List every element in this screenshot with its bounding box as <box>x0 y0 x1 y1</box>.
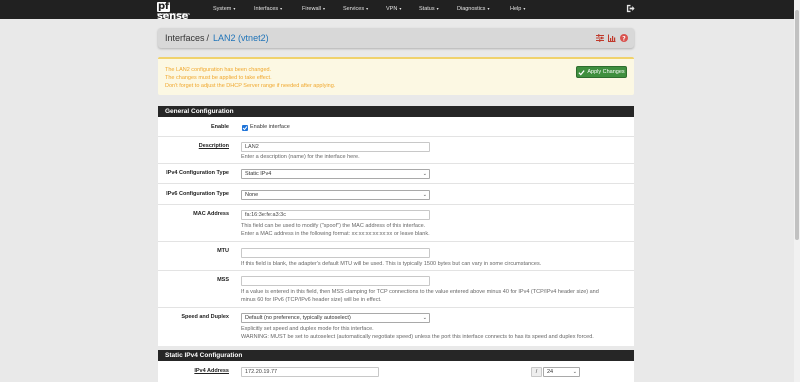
sliders-icon[interactable] <box>596 34 604 42</box>
nav-vpn[interactable]: VPN ▾ <box>386 5 401 13</box>
ipv4-address-input[interactable]: 172.20.19.77 <box>241 367 379 377</box>
nav-system-label: System <box>213 6 232 12</box>
svg-text:?: ? <box>622 35 626 42</box>
ipv4-type-label: IPv4 Configuration Type <box>166 170 229 176</box>
mss-row: MSS If a value is entered in this field,… <box>158 271 634 308</box>
top-navbar: pfsense COMMUNITY EDITION System ▾ Interf… <box>0 0 800 22</box>
mtu-label: MTU <box>217 248 229 254</box>
cidr-slash: / <box>531 367 542 377</box>
breadcrumb: Interfaces / LAN2 (vtnet2) ? <box>158 28 634 48</box>
caret-down-icon: ▾ <box>322 6 325 11</box>
speed-help-2: WARNING: MUST be set to autoselect (auto… <box>241 334 594 340</box>
mtu-row: MTU If this field is blank, the adapter'… <box>158 242 634 271</box>
chevron-down-icon: ⌄ <box>422 192 427 198</box>
nav-services-label: Services <box>343 6 365 12</box>
cidr-select[interactable]: 24 ⌄ <box>543 367 580 377</box>
mss-label: MSS <box>217 277 229 283</box>
static-ipv4-panel: IPv4 Address 172.20.19.77 / 24 ⌄ <box>158 361 634 382</box>
checkmark-icon <box>242 126 248 131</box>
page-title: Interfaces / LAN2 (vtnet2) <box>165 33 269 44</box>
breadcrumb-section[interactable]: Interfaces <box>165 33 205 43</box>
nav-firewall[interactable]: Firewall ▾ <box>302 5 325 13</box>
enable-row: Enable Enable interface <box>158 117 634 137</box>
speed-select[interactable]: Default (no preference, typically autose… <box>241 313 430 323</box>
ipv6-type-row: IPv6 Configuration Type None ⌄ <box>158 184 634 205</box>
mss-input[interactable] <box>241 276 430 286</box>
caret-down-icon: ▾ <box>280 6 283 11</box>
alert-line-1: The LAN2 configuration has been changed. <box>165 67 272 73</box>
nav-help-label: Help <box>510 6 522 12</box>
ipv4-type-row: IPv4 Configuration Type Static IPv4 ⌄ <box>158 164 634 184</box>
ipv4-address-label: IPv4 Address <box>194 368 229 374</box>
chart-icon[interactable] <box>608 34 616 42</box>
pfsense-logo[interactable]: pfsense COMMUNITY EDITION <box>157 2 201 22</box>
nav-status[interactable]: Status ▾ <box>419 5 439 13</box>
ipv6-type-label: IPv6 Configuration Type <box>166 191 229 197</box>
mac-help-2: Enter a MAC address in the following for… <box>241 231 430 237</box>
speed-help-1: Explicitly set speed and duplex mode for… <box>241 326 374 332</box>
ipv6-type-value: None <box>245 192 259 198</box>
caret-down-icon: ▾ <box>487 6 490 11</box>
general-config-panel: Enable Enable interface Description LAN2… <box>158 117 634 346</box>
sign-out-icon[interactable] <box>626 4 635 13</box>
caret-down-icon: ▾ <box>523 6 526 11</box>
help-icon[interactable]: ? <box>620 34 628 42</box>
nav-interfaces-label: Interfaces <box>254 6 279 12</box>
scrollbar-thumb[interactable] <box>795 10 799 240</box>
changes-alert: The LAN2 configuration has been changed.… <box>158 57 634 95</box>
speed-row: Speed and Duplex Default (no preference,… <box>158 308 634 346</box>
caret-down-icon: ▾ <box>233 6 236 11</box>
apply-changes-button[interactable]: Apply Changes <box>576 66 627 78</box>
nav-firewall-label: Firewall <box>302 6 321 12</box>
description-help: Enter a description (name) for the inter… <box>241 154 360 160</box>
page-scrollbar[interactable] <box>794 0 800 382</box>
logo-edition: COMMUNITY EDITION <box>157 12 191 16</box>
caret-down-icon: ▾ <box>366 6 369 11</box>
mac-label: MAC Address <box>193 211 229 217</box>
ipv4-address-row: IPv4 Address 172.20.19.77 / 24 ⌄ <box>158 361 634 382</box>
breadcrumb-current[interactable]: LAN2 (vtnet2) <box>213 33 269 43</box>
nav-diagnostics[interactable]: Diagnostics ▾ <box>457 5 489 13</box>
enable-label: Enable <box>210 124 229 130</box>
alert-line-3: Don't forget to adjust the DHCP Server r… <box>165 83 336 89</box>
nav-services[interactable]: Services ▾ <box>343 5 368 13</box>
enable-checkbox-label[interactable]: Enable interface <box>250 124 290 131</box>
description-label: Description <box>198 143 229 149</box>
alert-line-2: The changes must be applied to take effe… <box>165 75 272 81</box>
mtu-input[interactable] <box>241 248 430 258</box>
mac-help-1: This field can be used to modify ("spoof… <box>241 223 426 229</box>
ipv4-type-select[interactable]: Static IPv4 ⌄ <box>241 169 430 179</box>
caret-down-icon: ▾ <box>436 6 439 11</box>
nav-help[interactable]: Help ▾ <box>510 5 525 13</box>
breadcrumb-separator: / <box>206 33 210 43</box>
nav-interfaces[interactable]: Interfaces ▾ <box>254 5 282 13</box>
speed-value: Default (no preference, typically autose… <box>245 315 351 321</box>
ipv4-type-value: Static IPv4 <box>245 171 272 177</box>
static-ipv4-header: Static IPv4 Configuration <box>158 350 634 361</box>
mss-help-1: If a value is entered in this field, the… <box>241 289 599 295</box>
nav-vpn-label: VPN <box>386 6 398 12</box>
general-config-header: General Configuration <box>158 106 634 117</box>
description-input[interactable]: LAN2 <box>241 142 430 152</box>
mac-input[interactable]: fa:16:3e:fe:a3:3c <box>241 210 430 220</box>
mac-row: MAC Address fa:16:3e:fe:a3:3c This field… <box>158 205 634 242</box>
ipv6-type-select[interactable]: None ⌄ <box>241 190 430 200</box>
nav-system[interactable]: System ▾ <box>213 5 235 13</box>
nav-status-label: Status <box>419 6 435 12</box>
speed-label: Speed and Duplex <box>181 314 229 320</box>
chevron-down-icon: ⌄ <box>572 369 577 375</box>
mtu-help: If this field is blank, the adapter's de… <box>241 261 542 267</box>
description-row: Description LAN2 Enter a description (na… <box>158 137 634 164</box>
chevron-down-icon: ⌄ <box>422 171 427 177</box>
enable-checkbox[interactable] <box>242 125 248 131</box>
check-icon <box>578 69 585 76</box>
nav-diagnostics-label: Diagnostics <box>457 6 486 12</box>
mss-help-2: minus 60 for IPv6 (TCP/IPv6 header size)… <box>241 297 382 303</box>
chevron-down-icon: ⌄ <box>422 315 427 321</box>
apply-changes-label: Apply Changes <box>587 69 625 75</box>
cidr-value: 24 <box>547 369 554 375</box>
caret-down-icon: ▾ <box>399 6 402 11</box>
